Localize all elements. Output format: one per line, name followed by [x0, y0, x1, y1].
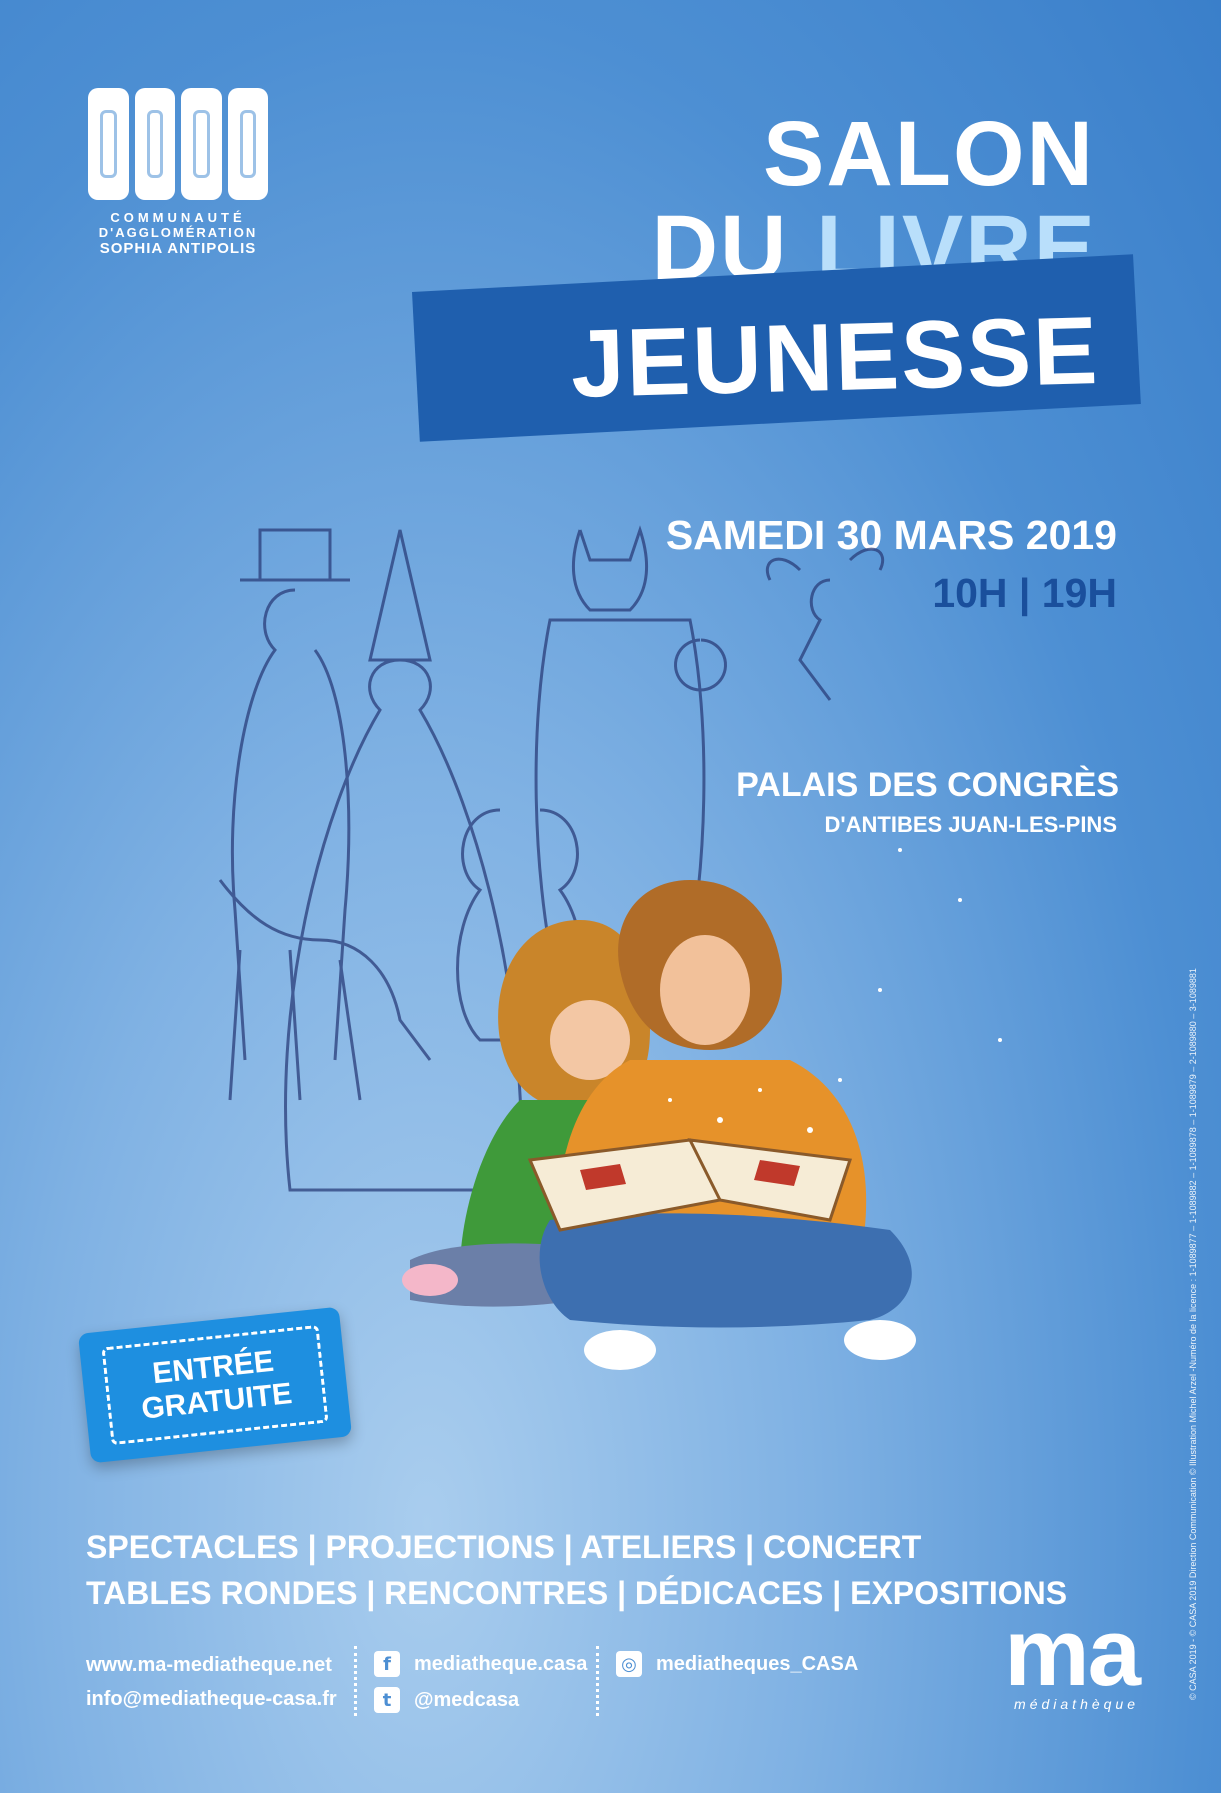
logo-block-person — [88, 88, 129, 200]
boy-shoe-left — [584, 1330, 656, 1370]
twitter-handle: @medcasa — [414, 1688, 520, 1711]
activities-list: SPECTACLES | PROJECTIONS | ATELIERS | CO… — [86, 1524, 1067, 1616]
girl-shoe — [402, 1264, 458, 1296]
contact-divider-2 — [596, 1646, 599, 1716]
facebook-row[interactable]: f mediatheque.casa — [374, 1648, 587, 1680]
facebook-icon: f — [374, 1651, 400, 1677]
boy-shoe-right — [844, 1320, 916, 1360]
credit-line: © CASA 2019 - © CASA 2019 Direction Comm… — [1188, 968, 1198, 1700]
contact-web: www.ma-mediatheque.net info@mediatheque-… — [86, 1648, 337, 1716]
logo-line-2: D'AGGLOMÉRATION — [98, 225, 258, 240]
contact-divider — [354, 1646, 357, 1716]
instagram-row[interactable]: ◎ mediatheques_CASA — [616, 1648, 858, 1680]
activities-line-1: SPECTACLES | PROJECTIONS | ATELIERS | CO… — [86, 1529, 922, 1565]
boy-jeans — [539, 1213, 912, 1328]
casa-logo-mark — [88, 88, 268, 200]
title-salon: SALON — [763, 103, 1095, 205]
contact-social-2: ◎ mediatheques_CASA — [616, 1648, 858, 1680]
facebook-handle: mediatheque.casa — [414, 1652, 588, 1675]
casa-logo: COMMUNAUTÉ D'AGGLOMÉRATION SOPHIA ANTIPO… — [88, 88, 268, 257]
princess — [284, 529, 523, 1192]
poster: COMMUNAUTÉ D'AGGLOMÉRATION SOPHIA ANTIPO… — [0, 0, 1221, 1793]
ma-logo-text: ma — [1004, 1599, 1141, 1706]
email-link[interactable]: info@mediatheque-casa.fr — [86, 1682, 337, 1716]
free-entry-ticket-border: ENTRÉE GRATUITE — [101, 1324, 329, 1446]
activities-line-2: TABLES RONDES | RENCONTRES | DÉDICACES |… — [86, 1575, 1068, 1611]
fairy — [765, 547, 885, 701]
logo-line-1: COMMUNAUTÉ — [110, 210, 246, 225]
illustration — [218, 525, 1002, 1370]
contact-social-1: f mediatheque.casa t @medcasa — [374, 1648, 587, 1716]
mediatheque-logo: ma médiathèque — [1004, 1599, 1141, 1713]
logo-block-network — [134, 88, 175, 200]
twitter-icon: t — [374, 1687, 400, 1713]
mediatheque-logo-text: médiathèque — [1014, 1696, 1139, 1713]
logo-block-tree — [181, 88, 222, 200]
dog — [218, 879, 432, 1101]
free-entry-ticket: ENTRÉE GRATUITE — [77, 1306, 353, 1464]
reading-children — [402, 880, 916, 1370]
logo-block-city — [227, 88, 268, 200]
instagram-handle: mediatheques_CASA — [656, 1652, 859, 1675]
boy-face — [660, 935, 750, 1045]
title-jeunesse: JEUNESSE — [569, 297, 1101, 418]
twitter-row[interactable]: t @medcasa — [374, 1684, 587, 1716]
casa-logo-text: COMMUNAUTÉ D'AGGLOMÉRATION SOPHIA ANTIPO… — [88, 210, 268, 257]
website-link[interactable]: www.ma-mediatheque.net — [86, 1648, 337, 1682]
logo-line-3: SOPHIA ANTIPOLIS — [99, 240, 257, 257]
instagram-icon: ◎ — [616, 1651, 642, 1677]
